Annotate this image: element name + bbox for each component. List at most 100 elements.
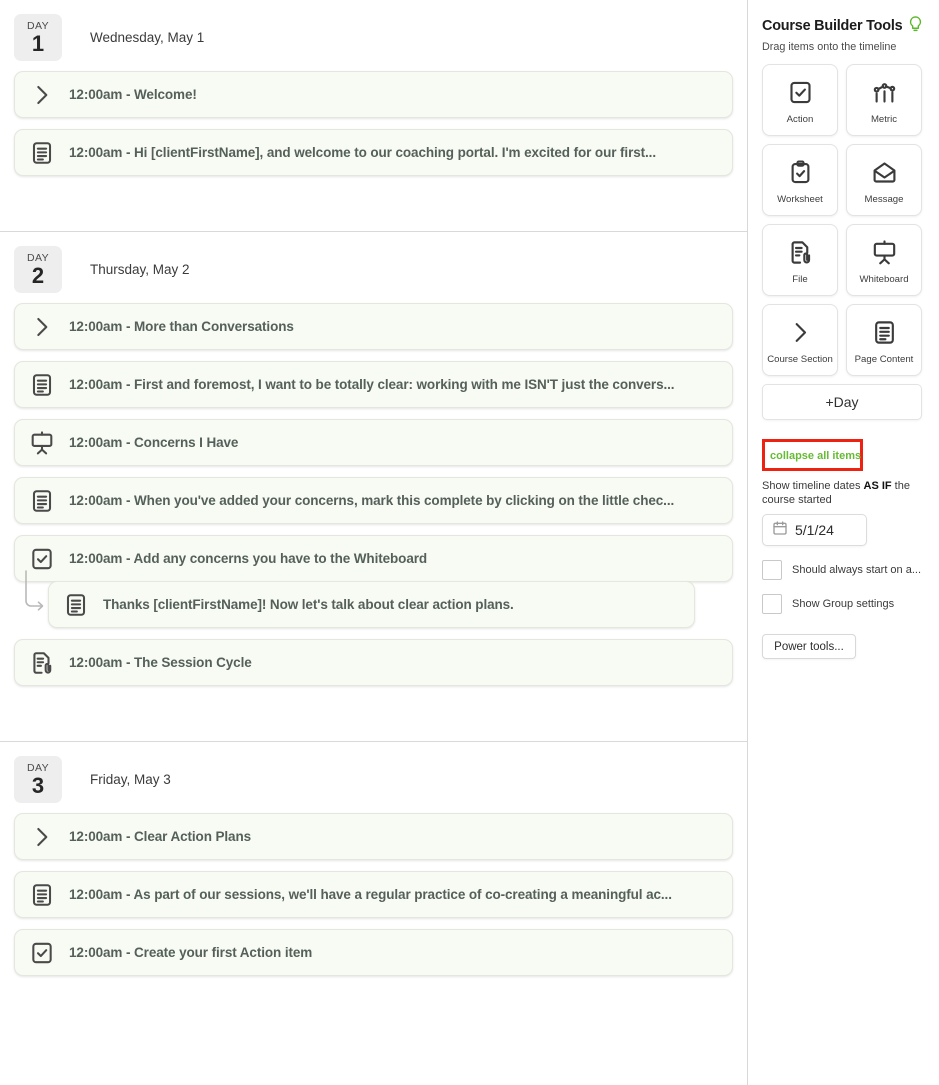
- course-builder-screen: DAY 1 Wednesday, May 1 12:00am - Welcome! 12…: [0, 0, 939, 1085]
- collapse-all-highlight: collapse all items: [762, 439, 863, 471]
- timeline-item-label: 12:00am - First and foremost, I want to …: [69, 377, 675, 392]
- timeline-item-label: 12:00am - More than Conversations: [69, 319, 294, 334]
- tool-grid: Action Metric Worksheet Message File Whiteboa…: [762, 64, 939, 376]
- timeline-item[interactable]: 12:00am - First and foremost, I want to …: [14, 361, 733, 408]
- timeline-item-label: 12:00am - As part of our sessions, we'll…: [69, 887, 672, 902]
- tool-worksheet[interactable]: Worksheet: [762, 144, 838, 216]
- easel-icon: [871, 235, 898, 269]
- timeline-item[interactable]: 12:00am - When you've added your concern…: [14, 477, 733, 524]
- day-header: DAY 1 Wednesday, May 1: [0, 0, 747, 71]
- timeline-item-label: 12:00am - Add any concerns you have to t…: [69, 551, 428, 566]
- day-block: DAY 1 Wednesday, May 1 12:00am - Welcome! 12…: [0, 0, 747, 176]
- day-spacer: [0, 187, 747, 231]
- panel-title-text: Course Builder Tools: [762, 18, 903, 34]
- nested-timeline-item[interactable]: Thanks [clientFirstName]! Now let's talk…: [48, 581, 695, 628]
- page-lines-icon[interactable]: [61, 590, 91, 620]
- tool-label: Action: [786, 114, 814, 125]
- nested-item-wrapper: Thanks [clientFirstName]! Now let's talk…: [25, 570, 747, 628]
- panel-subtitle: Drag items onto the timeline: [762, 41, 897, 53]
- day-items: 12:00am - More than Conversations 12:00am…: [0, 303, 747, 686]
- timeline-item-label: 12:00am - When you've added your concern…: [69, 493, 675, 508]
- day-number-chip[interactable]: DAY 1: [14, 14, 62, 61]
- document-paperclip-icon: [787, 235, 814, 269]
- page-lines-icon[interactable]: [27, 880, 57, 910]
- clipboard-check-icon: [787, 155, 814, 189]
- tool-label: Message: [864, 194, 904, 205]
- timeline-item[interactable]: 12:00am - The Session Cycle: [14, 639, 733, 686]
- day-spacer: [0, 697, 747, 741]
- checkbox-row-group-settings[interactable]: Show Group settings: [762, 594, 939, 614]
- day-block: DAY 2 Thursday, May 2 12:00am - More than C…: [0, 187, 747, 686]
- tool-course-section[interactable]: Course Section: [762, 304, 838, 376]
- checkbox-show-group-settings[interactable]: [762, 594, 782, 614]
- timeline-panel[interactable]: DAY 1 Wednesday, May 1 12:00am - Welcome! 12…: [0, 0, 748, 1085]
- timeline-item-label: 12:00am - Create your first Action item: [69, 945, 313, 960]
- tool-label: Metric: [870, 114, 898, 125]
- timeline-item[interactable]: 12:00am - Welcome!: [14, 71, 733, 118]
- timeline-item-label: 12:00am - Hi [clientFirstName], and welc…: [69, 145, 656, 160]
- power-tools-button[interactable]: Power tools...: [762, 634, 856, 659]
- checkbox-square-icon[interactable]: [27, 544, 57, 574]
- page-lines-icon[interactable]: [27, 486, 57, 516]
- timeline-item[interactable]: 12:00am - More than Conversations: [14, 303, 733, 350]
- day-date-text: Wednesday, May 1: [90, 30, 205, 45]
- day-number-chip[interactable]: DAY 2: [14, 246, 62, 293]
- tool-label: Course Section: [767, 354, 833, 365]
- collapse-all-items-link[interactable]: collapse all items: [770, 450, 861, 462]
- add-day-button[interactable]: +Day: [762, 384, 922, 420]
- checkbox-label-should-always-start: Should always start on a...: [792, 564, 922, 576]
- day-items: 12:00am - Welcome! 12:00am - Hi [clientFi…: [0, 71, 747, 176]
- tool-metric[interactable]: Metric: [846, 64, 922, 136]
- tool-label: Whiteboard: [859, 274, 909, 285]
- course-start-date-value: 5/1/24: [795, 522, 834, 538]
- page-lines-icon[interactable]: [27, 370, 57, 400]
- nested-timeline-item-label: Thanks [clientFirstName]! Now let's talk…: [103, 597, 514, 612]
- page-lines-icon[interactable]: [27, 138, 57, 168]
- timeline-item-label: 12:00am - Welcome!: [69, 87, 197, 102]
- day-number-chip[interactable]: DAY 3: [14, 756, 62, 803]
- day-date-text: Friday, May 3: [90, 772, 171, 787]
- metric-chart-icon: [871, 75, 898, 109]
- chevron-right-icon[interactable]: [27, 822, 57, 852]
- tool-whiteboard[interactable]: Whiteboard: [846, 224, 922, 296]
- day-chip-number: 2: [31, 263, 45, 288]
- course-start-date-field[interactable]: 5/1/24: [762, 514, 867, 546]
- as-if-text-1: Show timeline dates: [762, 480, 864, 492]
- document-paperclip-icon[interactable]: [27, 648, 57, 678]
- checkbox-square-icon[interactable]: [27, 938, 57, 968]
- tool-message[interactable]: Message: [846, 144, 922, 216]
- timeline-item[interactable]: 12:00am - Clear Action Plans: [14, 813, 733, 860]
- lightbulb-icon: [907, 14, 924, 38]
- day-date-text: Thursday, May 2: [90, 262, 190, 277]
- checkbox-label-show-group-settings: Show Group settings: [792, 598, 895, 610]
- chevron-right-icon[interactable]: [27, 312, 57, 342]
- timeline-item[interactable]: 12:00am - Concerns I Have: [14, 419, 733, 466]
- tool-file[interactable]: File: [762, 224, 838, 296]
- timeline-item[interactable]: 12:00am - Hi [clientFirstName], and welc…: [14, 129, 733, 176]
- day-chip-number: 3: [31, 773, 45, 798]
- envelope-open-icon: [871, 155, 898, 189]
- chevron-right-icon: [787, 315, 814, 349]
- as-if-text-bold: AS IF: [863, 480, 892, 492]
- checkbox-row-start-on-a[interactable]: Should always start on a...: [762, 560, 939, 580]
- timeline-item[interactable]: 12:00am - As part of our sessions, we'll…: [14, 871, 733, 918]
- tool-page-content[interactable]: Page Content: [846, 304, 922, 376]
- checkbox-square-icon: [787, 75, 814, 109]
- day-header: DAY 2 Thursday, May 2: [0, 232, 747, 303]
- chevron-right-icon[interactable]: [27, 80, 57, 110]
- tool-label: Page Content: [854, 354, 914, 365]
- tool-label: File: [792, 274, 808, 285]
- timeline-item-label: 12:00am - The Session Cycle: [69, 655, 252, 670]
- calendar-icon: [772, 520, 788, 541]
- tool-label: Worksheet: [777, 194, 823, 205]
- timeline-item-label: 12:00am - Concerns I Have: [69, 435, 239, 450]
- day-block: DAY 3 Friday, May 3 12:00am - Clear Action …: [0, 697, 747, 976]
- easel-icon[interactable]: [27, 428, 57, 458]
- checkbox-should-always-start[interactable]: [762, 560, 782, 580]
- day-items: 12:00am - Clear Action Plans 12:00am - As…: [0, 813, 747, 976]
- day-chip-number: 1: [31, 31, 45, 56]
- timeline-item[interactable]: 12:00am - Create your first Action item: [14, 929, 733, 976]
- tool-action[interactable]: Action: [762, 64, 838, 136]
- timeline-item[interactable]: 12:00am - Add any concerns you have to t…: [14, 535, 733, 582]
- panel-title: Course Builder Tools: [762, 14, 939, 38]
